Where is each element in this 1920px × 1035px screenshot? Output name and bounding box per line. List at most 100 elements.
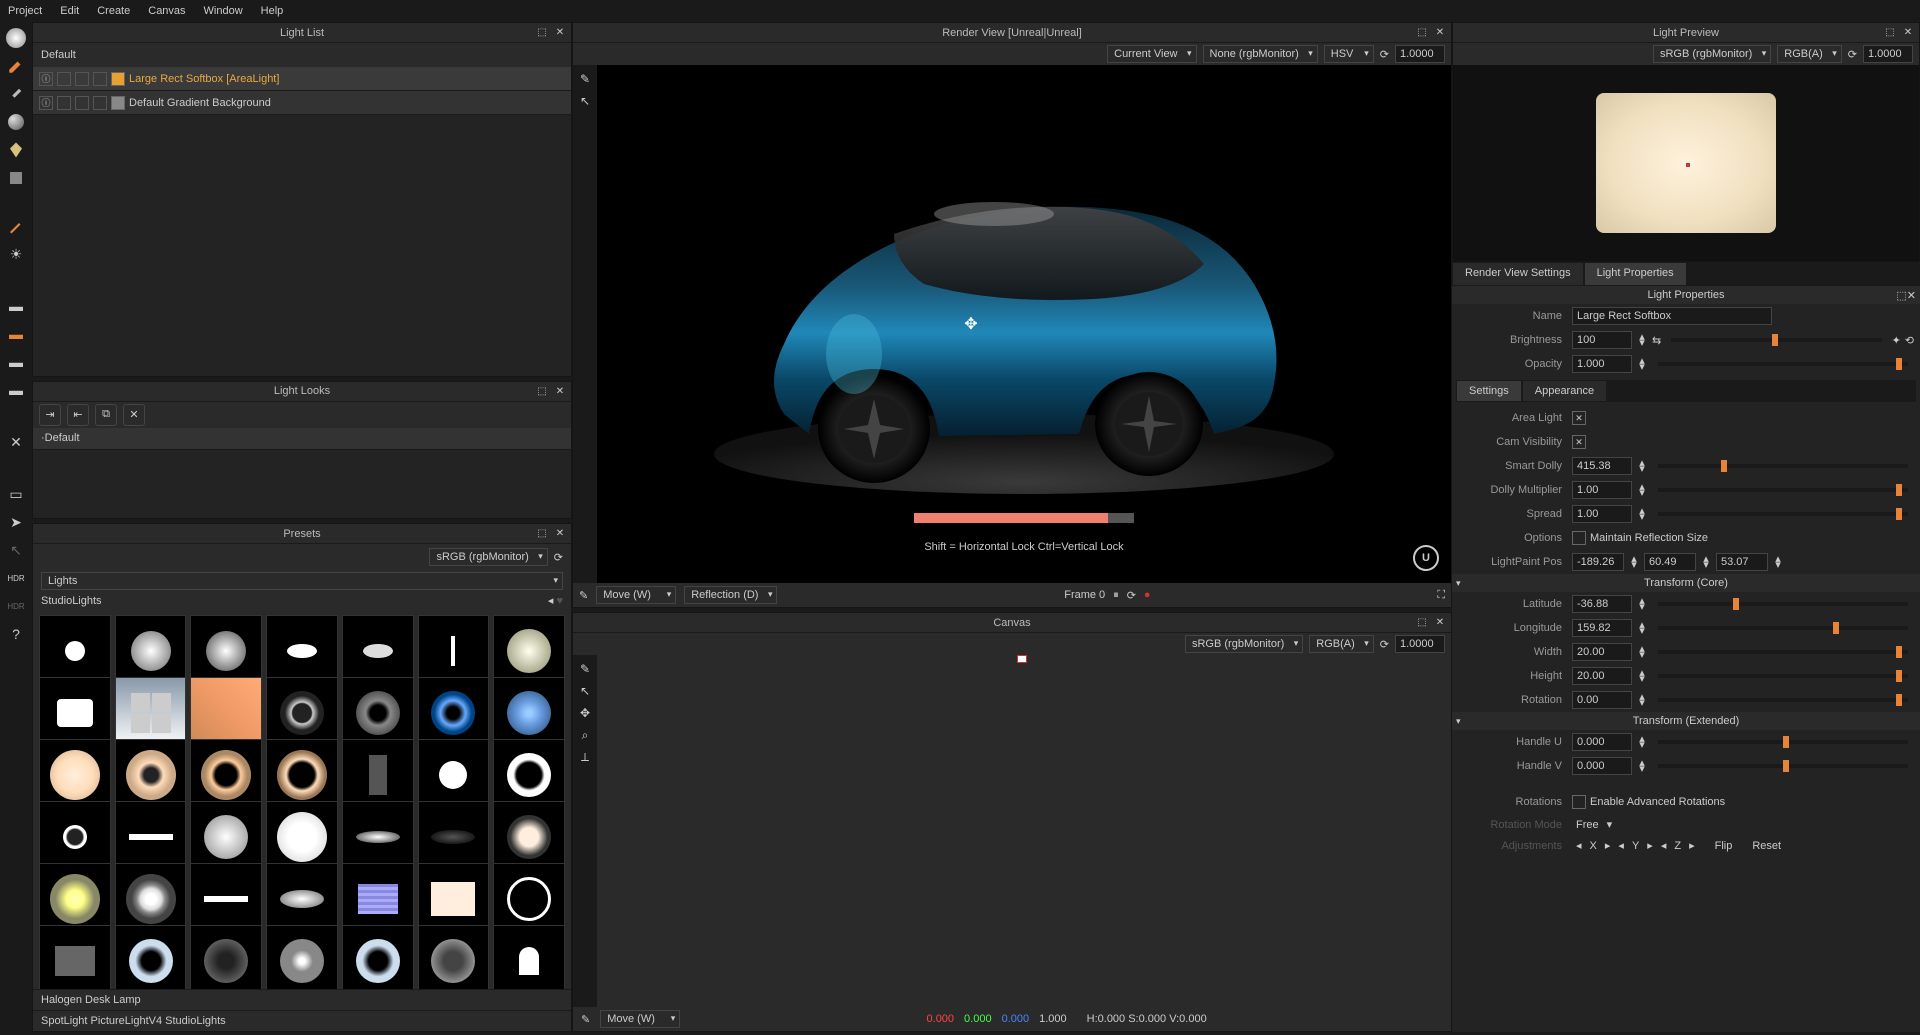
close-icon[interactable]: ✕ (553, 527, 567, 541)
diamond-tool-icon[interactable] (4, 138, 28, 162)
handleu-slider[interactable] (1658, 740, 1908, 744)
menu-edit[interactable]: Edit (60, 5, 79, 17)
info-icon[interactable]: ⓘ (39, 96, 53, 110)
preset-thumb[interactable] (190, 863, 262, 935)
refresh-icon[interactable]: ⟳ (554, 551, 563, 564)
delete-look-icon[interactable]: ✕ (123, 404, 145, 426)
expand-icon[interactable]: ⛶ (1437, 589, 1445, 602)
light-preview-viewport[interactable] (1453, 65, 1919, 261)
color-swatch[interactable] (111, 72, 125, 86)
preset-thumb[interactable] (266, 863, 338, 935)
cube-tool-icon[interactable] (4, 166, 28, 190)
light-list-default[interactable]: Default (33, 43, 571, 67)
add-icon[interactable]: ✦ (1892, 334, 1901, 347)
maintain-refl-checkbox[interactable] (1572, 531, 1586, 545)
popout-icon[interactable]: ⬚ (1415, 26, 1429, 40)
rotation-slider[interactable] (1658, 698, 1908, 702)
menu-canvas[interactable]: Canvas (148, 5, 185, 17)
brush-icon[interactable]: ✎ (581, 1013, 590, 1026)
render-viewport[interactable]: ✥ Shift = Horizontal Lock Ctrl=Vertical … (597, 65, 1451, 583)
preview-channels-dropdown[interactable]: RGB(A) (1777, 45, 1842, 63)
lock-icon[interactable] (75, 96, 89, 110)
light-item-softbox[interactable]: ⓘ Large Rect Softbox [AreaLight] (33, 67, 571, 91)
menu-project[interactable]: Project (8, 5, 42, 17)
preset-thumb[interactable] (190, 925, 262, 989)
sphere-tool-icon[interactable] (4, 110, 28, 134)
dolly-mult-slider[interactable] (1658, 488, 1908, 492)
handlev-input[interactable] (1572, 757, 1632, 775)
close-icon[interactable]: ✕ (1907, 290, 1916, 302)
close-icon[interactable]: ✕ (553, 26, 567, 40)
height-slider[interactable] (1658, 674, 1908, 678)
lightpaint-z-input[interactable] (1716, 553, 1768, 571)
close-tool-icon[interactable]: ✕ (4, 430, 28, 454)
menu-help[interactable]: Help (261, 5, 284, 17)
brush-icon[interactable]: ✎ (575, 69, 595, 89)
popout-icon[interactable]: ⬚ (535, 26, 549, 40)
solo-icon[interactable] (93, 96, 107, 110)
latitude-input[interactable] (1572, 595, 1632, 613)
preset-thumb[interactable] (266, 801, 338, 873)
pointer-icon[interactable]: ↖ (575, 91, 595, 111)
solo-icon[interactable] (93, 72, 107, 86)
preset-thumb[interactable] (342, 863, 414, 935)
tab-light-properties[interactable]: Light Properties (1584, 262, 1687, 286)
canvas-tool-dropdown[interactable]: Move (W) (600, 1010, 680, 1028)
light-handle[interactable] (1017, 655, 1027, 663)
help-tool-icon[interactable]: ? (4, 622, 28, 646)
handlev-slider[interactable] (1658, 764, 1908, 768)
preset-thumb[interactable] (418, 863, 490, 935)
hdr-tool-icon[interactable]: HDR (4, 566, 28, 590)
preset-thumb[interactable] (190, 615, 262, 687)
arrow-tool-icon[interactable]: ➤ (4, 510, 28, 534)
width-input[interactable] (1572, 643, 1632, 661)
brush-icon[interactable]: ✎ (579, 589, 588, 602)
wand-tool-icon[interactable] (4, 214, 28, 238)
preset-thumb[interactable] (266, 739, 338, 811)
preset-subcategory[interactable]: StudioLights (41, 595, 102, 607)
lightpaint-y-input[interactable] (1644, 553, 1696, 571)
area-light-checkbox[interactable]: ✕ (1572, 411, 1586, 425)
preset-thumb[interactable] (342, 925, 414, 989)
pointer-icon[interactable]: ↖ (575, 681, 595, 701)
chevron-left-icon[interactable]: ◂ (548, 595, 554, 607)
width-slider[interactable] (1658, 650, 1908, 654)
reset-icon[interactable]: ⟲ (1905, 334, 1914, 347)
smart-dolly-slider[interactable] (1658, 464, 1908, 468)
ruler-icon[interactable]: ⟂ (575, 747, 595, 767)
preset-thumb[interactable] (493, 739, 565, 811)
preset-thumb[interactable] (115, 863, 187, 935)
smart-dolly-input[interactable] (1572, 457, 1632, 475)
opacity-slider[interactable] (1658, 362, 1908, 366)
preset-thumb[interactable] (39, 863, 111, 935)
exposure-value[interactable] (1395, 45, 1445, 63)
preset-thumb[interactable] (115, 615, 187, 687)
pencil-tool-icon[interactable] (4, 54, 28, 78)
tab-render-settings[interactable]: Render View Settings (1452, 262, 1584, 286)
preview-exposure-value[interactable] (1863, 45, 1913, 63)
preset-thumb[interactable] (418, 615, 490, 687)
preset-thumb[interactable] (342, 801, 414, 873)
adv-rotations-checkbox[interactable] (1572, 795, 1586, 809)
link-icon[interactable]: ⇆ (1652, 334, 1661, 347)
tool-dropdown[interactable]: Move (W) (596, 586, 676, 604)
preset-thumb[interactable] (115, 739, 187, 811)
hdr2-tool-icon[interactable]: HDR (4, 594, 28, 618)
cursor-tool-icon[interactable]: ↖ (4, 538, 28, 562)
handleu-input[interactable] (1572, 733, 1632, 751)
exposure-icon[interactable]: ⟳ (1380, 48, 1389, 61)
preset-thumb[interactable] (266, 925, 338, 989)
preset-thumb[interactable] (115, 925, 187, 989)
tab-appearance[interactable]: Appearance (1522, 380, 1607, 402)
brush-tool-icon[interactable] (4, 82, 28, 106)
canvas-channels-dropdown[interactable]: RGB(A) (1309, 635, 1374, 653)
popout-icon[interactable]: ⬚ (535, 527, 549, 541)
preset-colorspace-dropdown[interactable]: sRGB (rgbMonitor) (429, 548, 547, 566)
move-icon[interactable]: ✥ (575, 703, 595, 723)
transform-ext-section[interactable]: ▾Transform (Extended) (1452, 712, 1920, 730)
pause-icon[interactable]: ⏸ (1113, 589, 1119, 602)
light-tool-icon[interactable] (4, 26, 28, 50)
dup-look-icon[interactable]: ⇤ (67, 404, 89, 426)
rotation-input[interactable] (1572, 691, 1632, 709)
preset-thumb[interactable] (115, 801, 187, 873)
